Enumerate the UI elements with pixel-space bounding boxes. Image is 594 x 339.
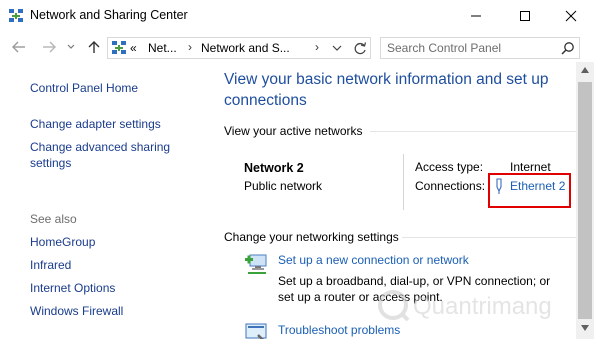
vertical-scrollbar[interactable] [576,62,594,339]
troubleshoot-icon [245,323,267,339]
forward-button[interactable] [40,38,58,56]
connections-label: Connections: [415,179,486,193]
close-icon [565,10,577,22]
search-box[interactable] [380,37,580,59]
change-advanced-sharing-link[interactable]: Change advanced sharing [30,139,170,156]
ethernet-connection-link[interactable]: Ethernet 2 [510,179,565,193]
address-bar[interactable]: « Net... › Network and S... › [107,37,371,59]
access-type-value: Internet [510,160,551,174]
active-networks-heading: View your active networks [224,124,363,138]
maximize-button[interactable] [502,0,548,32]
homegroup-link[interactable]: HomeGroup [30,234,95,251]
refresh-icon[interactable] [352,41,368,57]
chevron-down-icon [67,44,75,49]
breadcrumb-overflow[interactable]: « [130,41,137,55]
troubleshoot-problems-link[interactable]: Troubleshoot problems [278,323,400,337]
arrow-up-icon [88,41,100,53]
breadcrumb-item[interactable]: Network and S... [201,41,290,55]
access-type-label: Access type: [415,160,484,174]
breadcrumb-separator-icon[interactable]: › [188,40,192,54]
vertical-divider [403,154,404,210]
network-center-icon [9,9,23,22]
navigation-bar: « Net... › Network and S... › [0,32,594,62]
change-adapter-settings-link[interactable]: Change adapter settings [30,116,161,133]
ethernet-icon[interactable] [493,178,505,194]
breadcrumb-item[interactable]: Net... [148,41,177,55]
chevron-down-icon[interactable] [331,42,343,54]
network-name: Network 2 [244,161,304,175]
maximize-icon [520,11,530,21]
watermark-logo: Quantrimang [375,285,585,325]
windows-firewall-link[interactable]: Windows Firewall [30,303,123,320]
left-nav-pane: Control Panel Home Change adapter settin… [0,62,212,339]
page-title-line1: View your basic network information and … [224,71,549,88]
window-title: Network and Sharing Center [30,8,188,22]
change-advanced-sharing-link-cont[interactable]: settings [30,155,71,172]
see-also-heading: See also [30,212,77,226]
title-bar: Network and Sharing Center [0,0,594,32]
network-type: Public network [244,179,323,193]
page-title-line2: connections [224,92,307,109]
page-title: View your basic network information and … [224,69,574,111]
arrow-right-icon [43,41,56,53]
infrared-link[interactable]: Infrared [30,257,71,274]
section-divider [370,131,576,132]
arrow-left-icon [12,41,25,53]
scroll-up-icon[interactable] [581,67,589,73]
watermark-text: Quantrimang [413,293,552,320]
up-button[interactable] [85,38,103,56]
minimize-icon [471,15,481,17]
breadcrumb-separator-icon[interactable]: › [315,40,319,54]
control-panel-home-link[interactable]: Control Panel Home [30,80,138,97]
close-button[interactable] [548,0,594,32]
watermark-logo-graphic: Quantrimang [378,290,552,322]
section-divider [402,237,576,238]
network-center-icon [112,41,126,54]
scrollbar-thumb[interactable] [578,82,592,319]
back-button[interactable] [10,38,28,56]
scroll-down-icon[interactable] [581,325,589,331]
change-settings-heading: Change your networking settings [224,230,399,244]
search-icon[interactable] [561,41,575,55]
internet-options-link[interactable]: Internet Options [30,280,115,297]
setup-new-connection-link[interactable]: Set up a new connection or network [278,253,469,267]
new-connection-icon [245,254,267,274]
recent-locations-button[interactable] [64,38,78,56]
minimize-button[interactable] [453,0,499,32]
search-input[interactable] [387,40,555,56]
